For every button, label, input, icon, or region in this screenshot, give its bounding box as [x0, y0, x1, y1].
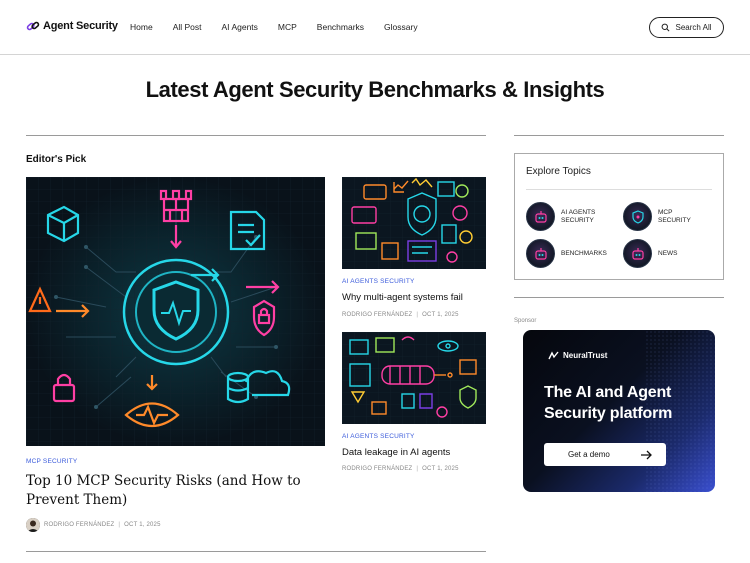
explore-topics-card: Explore Topics AI AGENTS SECURITY MCP SE… [514, 153, 724, 280]
robot-icon [526, 202, 555, 231]
robot-icon [623, 239, 652, 268]
topic-label: NEWS [658, 249, 678, 257]
topic-ai-agents-security[interactable]: AI AGENTS SECURITY [526, 202, 609, 231]
finance-security-illustration [342, 177, 486, 269]
search-all-button[interactable]: Search All [649, 17, 724, 38]
side-post-category[interactable]: AI AGENTS SECURITY [342, 278, 415, 285]
link-icon [26, 21, 40, 31]
nav-glossary[interactable]: Glossary [384, 22, 418, 32]
nav-home[interactable]: Home [130, 22, 153, 32]
post-date: OCT 1, 2025 [422, 466, 459, 472]
meta-separator: | [416, 312, 419, 318]
arrow-right-icon [641, 450, 652, 459]
topic-label: BENCHMARKS [561, 249, 607, 257]
sponsor-label: Sponsor [514, 318, 537, 324]
featured-post-title[interactable]: Top 10 MCP Security Risks (and How to Pr… [26, 472, 316, 510]
topics-divider [526, 189, 712, 190]
nav-ai-agents[interactable]: AI Agents [222, 22, 258, 32]
nav-all-post[interactable]: All Post [173, 22, 202, 32]
sponsor-ad[interactable]: NeuralTrust The AI and Agent Security pl… [523, 330, 715, 492]
search-icon [662, 23, 670, 32]
side-post-image[interactable] [342, 177, 486, 269]
topic-news[interactable]: NEWS [623, 239, 706, 268]
side-post-title[interactable]: Why multi-agent systems fail [342, 292, 463, 303]
site-logo[interactable]: Agent Security [26, 19, 118, 33]
ad-headline: The AI and Agent Security platform [544, 384, 673, 422]
ad-brand: NeuralTrust [548, 351, 607, 360]
logo-text: Agent Security [43, 20, 118, 32]
site-header: Agent Security Home All Post AI Agents M… [0, 0, 750, 55]
author-name[interactable]: RODRIGO FERNÁNDEZ [44, 522, 114, 528]
neuraltrust-logo-icon [548, 351, 559, 360]
data-leak-illustration [342, 332, 486, 424]
sidebar-divider [514, 297, 724, 298]
shield-icon [623, 202, 652, 231]
featured-post-image[interactable] [26, 177, 325, 446]
circuit-illustration [26, 177, 325, 446]
nav-benchmarks[interactable]: Benchmarks [317, 22, 364, 32]
author-avatar [26, 518, 40, 532]
search-all-label: Search All [675, 23, 712, 32]
author-name[interactable]: RODRIGO FERNÁNDEZ [342, 312, 412, 318]
section-divider [26, 135, 486, 136]
ad-brand-name: NeuralTrust [563, 351, 608, 360]
topic-benchmarks[interactable]: BENCHMARKS [526, 239, 609, 268]
ad-cta-label: Get a demo [568, 450, 610, 459]
side-post-title[interactable]: Data leakage in AI agents [342, 447, 450, 458]
post-date: OCT 1, 2025 [422, 312, 459, 318]
side-post-meta: RODRIGO FERNÁNDEZ | OCT 1, 2025 [342, 466, 459, 472]
topic-label: AI AGENTS SECURITY [561, 208, 596, 224]
side-post-category[interactable]: AI AGENTS SECURITY [342, 433, 415, 440]
editors-pick-label: Editor's Pick [26, 154, 87, 165]
side-post-image[interactable] [342, 332, 486, 424]
featured-post-meta: RODRIGO FERNÁNDEZ | OCT 1, 2025 [26, 518, 161, 532]
topic-label: MCP SECURITY [658, 208, 691, 224]
topic-mcp-security[interactable]: MCP SECURITY [623, 202, 706, 231]
author-name[interactable]: RODRIGO FERNÁNDEZ [342, 466, 412, 472]
nav-mcp[interactable]: MCP [278, 22, 297, 32]
side-post-meta: RODRIGO FERNÁNDEZ | OCT 1, 2025 [342, 312, 459, 318]
meta-separator: | [416, 466, 419, 472]
post-date: OCT 1, 2025 [124, 522, 161, 528]
main-nav: Home All Post AI Agents MCP Benchmarks G… [130, 22, 438, 32]
sidebar-divider [514, 135, 724, 136]
meta-separator: | [118, 522, 121, 528]
explore-topics-title: Explore Topics [526, 166, 591, 177]
featured-category[interactable]: MCP SECURITY [26, 458, 77, 465]
get-a-demo-button[interactable]: Get a demo [544, 443, 666, 466]
section-divider [26, 551, 486, 552]
robot-icon [526, 239, 555, 268]
page-title: Latest Agent Security Benchmarks & Insig… [145, 77, 605, 102]
